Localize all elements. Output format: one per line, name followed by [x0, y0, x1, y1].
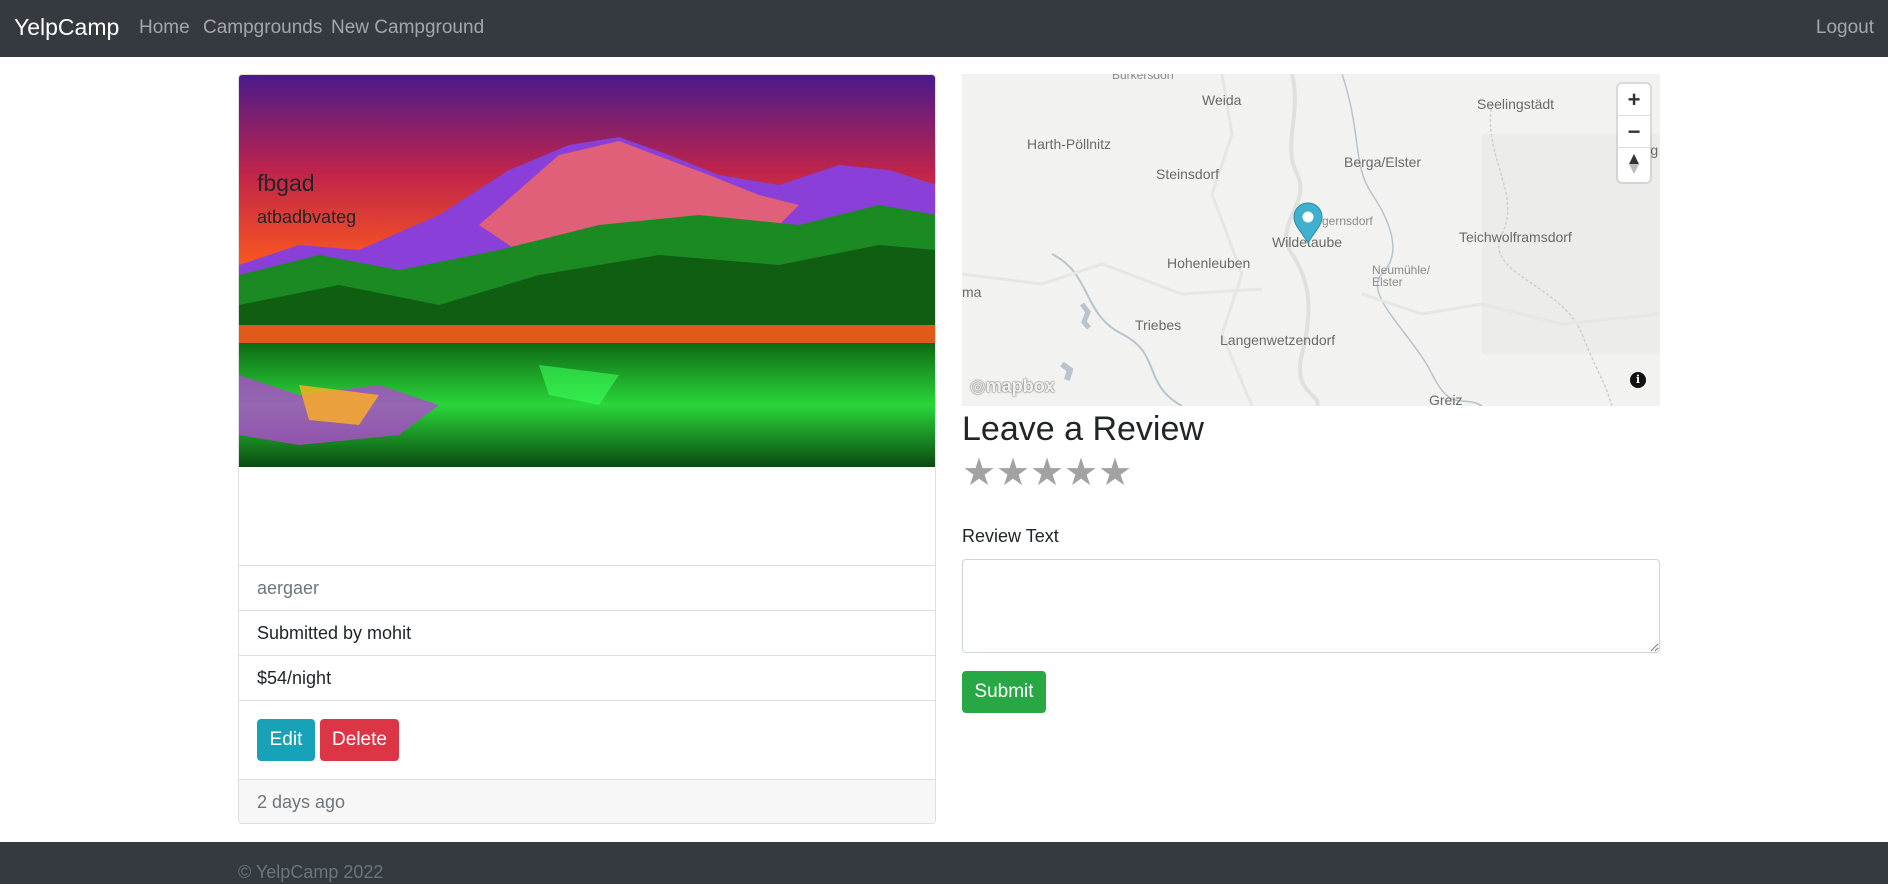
map-label-steinsdorf: Steinsdorf: [1156, 166, 1220, 182]
campground-author: Submitted by mohit: [239, 611, 935, 656]
edit-button[interactable]: Edit: [257, 719, 315, 761]
campground-card: fbgad atbadbvateg aergaer Submitted by m…: [238, 74, 936, 824]
map-label-harth-pollnitz: Harth-Pöllnitz: [1027, 136, 1112, 152]
star-3-icon[interactable]: ★: [1030, 454, 1064, 492]
nav-new-campground-link[interactable]: New Campground: [331, 17, 484, 39]
map-label-greiz: Greiz: [1429, 392, 1463, 406]
star-1-icon[interactable]: ★: [962, 454, 996, 492]
map-label-gernsdorf: gernsdorf: [1322, 214, 1373, 228]
compass-button[interactable]: [1618, 148, 1650, 180]
map-label-seelingstadt: Seelingstädt: [1477, 96, 1555, 112]
map-marker-icon[interactable]: [1292, 202, 1324, 249]
review-text-label: Review Text: [962, 526, 1059, 546]
map-label-ma: ma: [962, 284, 982, 300]
campground-location: aergaer: [239, 566, 935, 611]
review-heading: Leave a Review: [962, 410, 1204, 448]
map-label-triebes: Triebes: [1135, 317, 1182, 333]
star-5-icon[interactable]: ★: [1098, 454, 1132, 492]
review-text-input[interactable]: [962, 559, 1660, 653]
campground-title: fbgad: [257, 170, 315, 196]
compass-icon: [1629, 154, 1639, 174]
delete-button[interactable]: Delete: [320, 719, 399, 761]
mapbox-logo-icon: ◎: [970, 376, 986, 396]
brand-link[interactable]: YelpCamp: [14, 14, 119, 41]
footer: © YelpCamp 2022: [0, 842, 1888, 884]
map-label-teichwolframsdorf: Teichwolframsdorf: [1459, 229, 1572, 245]
card-footer-timestamp: 2 days ago: [239, 780, 935, 823]
map-label-weida: Weida: [1202, 92, 1242, 108]
navbar: YelpCamp Home Campgrounds New Campground…: [0, 0, 1888, 57]
map[interactable]: Burkersdorf Weida Seelingstädt Harth-Pöl…: [962, 74, 1660, 406]
card-body: [239, 467, 935, 566]
map-label-hohenleuben: Hohenleuben: [1167, 255, 1251, 271]
campground-image: [239, 75, 935, 467]
mapbox-logo-text: mapbox: [985, 376, 1055, 396]
mapbox-logo[interactable]: ◎mapbox: [970, 376, 1055, 397]
star-2-icon[interactable]: ★: [996, 454, 1030, 492]
footer-copyright: © YelpCamp 2022: [238, 862, 384, 882]
map-label-burkersdorf: Burkersdorf: [1112, 74, 1175, 82]
map-zoom-control: + −: [1618, 84, 1650, 182]
map-label-berga-elster: Berga/Elster: [1344, 154, 1422, 170]
map-label-langenwetzendorf: Langenwetzendorf: [1220, 332, 1336, 348]
star-4-icon[interactable]: ★: [1064, 454, 1098, 492]
campground-price: $54/night: [239, 656, 935, 701]
nav-home-link[interactable]: Home: [139, 17, 190, 39]
info-icon[interactable]: i: [1630, 372, 1646, 388]
star-rating[interactable]: ★ ★ ★ ★ ★: [962, 454, 1132, 492]
zoom-in-button[interactable]: +: [1618, 84, 1650, 116]
nav-campgrounds-link[interactable]: Campgrounds: [203, 17, 322, 39]
submit-review-button[interactable]: Submit: [962, 671, 1046, 713]
card-actions: Edit Delete: [239, 701, 935, 780]
campground-description: atbadbvateg: [257, 207, 357, 227]
logout-link[interactable]: Logout: [1816, 17, 1874, 39]
map-label-neumuhle-elster: Neumühle/ Elster: [1372, 263, 1431, 289]
zoom-out-button[interactable]: −: [1618, 116, 1650, 148]
